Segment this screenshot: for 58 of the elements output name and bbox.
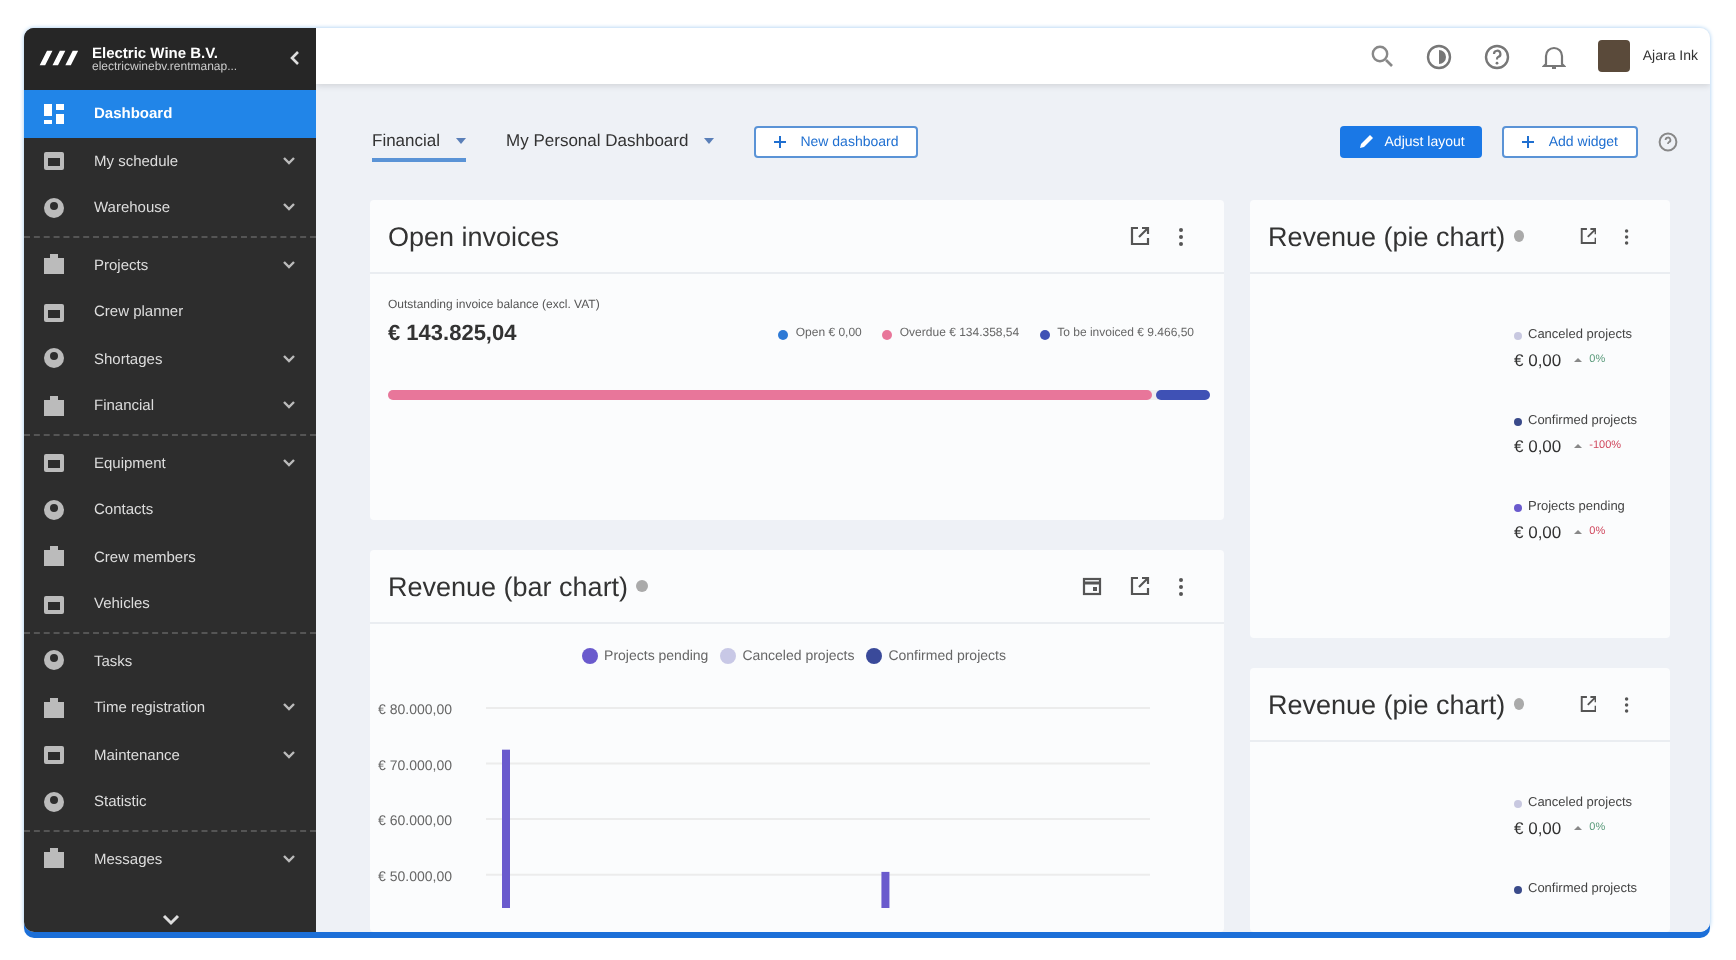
open-external-icon[interactable] bbox=[1130, 226, 1150, 246]
collapse-icon[interactable] bbox=[288, 50, 300, 66]
pencil-icon bbox=[1358, 134, 1375, 150]
menu-item-icon bbox=[42, 148, 66, 173]
caret-icon bbox=[704, 137, 715, 143]
more-icon[interactable] bbox=[1178, 227, 1184, 245]
menu-item-icon bbox=[42, 695, 66, 720]
legend-dot[interactable] bbox=[582, 648, 599, 664]
menu-item-icon bbox=[42, 742, 66, 767]
menu-item-icon bbox=[42, 789, 66, 814]
caret-icon bbox=[456, 137, 467, 143]
trend-icon bbox=[1573, 526, 1582, 534]
plus-icon bbox=[1522, 136, 1535, 148]
legend-value: € 0,00 bbox=[1514, 350, 1562, 370]
menu-item-icon bbox=[42, 101, 66, 126]
menu-item-icon bbox=[42, 648, 66, 673]
card-title: Revenue (bar chart) bbox=[388, 571, 629, 601]
more-icon[interactable] bbox=[1178, 577, 1184, 595]
menu-item-icon bbox=[42, 346, 66, 371]
scroll-down-icon[interactable] bbox=[162, 914, 180, 926]
plus-icon bbox=[774, 136, 787, 148]
card-title: Revenue (pie chart) bbox=[1268, 221, 1506, 251]
card-title: Revenue (pie chart) bbox=[1268, 689, 1506, 719]
calendar-icon[interactable] bbox=[1082, 576, 1102, 596]
balance-total: € 143.825,04 bbox=[388, 322, 517, 346]
legend-value: € 0,00 bbox=[1514, 522, 1562, 542]
help-icon[interactable] bbox=[1484, 43, 1511, 69]
menu-item-icon bbox=[42, 591, 66, 616]
logo-icon bbox=[36, 48, 80, 68]
menu-item-icon bbox=[42, 450, 66, 475]
dashboard-tab[interactable]: My Personal Dashboard bbox=[506, 122, 715, 162]
trend-icon bbox=[1573, 354, 1582, 362]
menu-item-icon bbox=[42, 497, 66, 522]
revenue-bar[interactable] bbox=[881, 871, 890, 908]
theme-icon[interactable] bbox=[1426, 43, 1453, 69]
menu-item-icon bbox=[42, 252, 66, 277]
open-external-icon[interactable] bbox=[1579, 226, 1597, 246]
menu-item-icon bbox=[42, 846, 66, 871]
trend-icon bbox=[1573, 822, 1582, 830]
menu-item-icon bbox=[42, 393, 66, 418]
help-icon[interactable] bbox=[1658, 132, 1678, 152]
legend-value: € 0,00 bbox=[1514, 436, 1562, 456]
menu-item-icon bbox=[42, 299, 66, 324]
more-icon[interactable] bbox=[1624, 695, 1630, 713]
menu-item-icon bbox=[42, 195, 66, 220]
bell-icon[interactable] bbox=[1542, 43, 1567, 69]
trend-icon bbox=[1573, 440, 1582, 448]
legend-dot[interactable] bbox=[720, 648, 737, 664]
search-icon[interactable] bbox=[1370, 44, 1395, 68]
avatar[interactable] bbox=[1598, 40, 1631, 72]
legend-value: € 0,00 bbox=[1514, 818, 1562, 838]
legend-dot[interactable] bbox=[866, 648, 883, 664]
open-external-icon[interactable] bbox=[1579, 694, 1597, 714]
open-external-icon[interactable] bbox=[1130, 576, 1150, 596]
dashboard-tab[interactable]: Financial bbox=[372, 122, 467, 162]
more-icon[interactable] bbox=[1624, 227, 1630, 245]
card-title: Open invoices bbox=[388, 221, 562, 251]
menu-item-icon bbox=[42, 544, 66, 569]
